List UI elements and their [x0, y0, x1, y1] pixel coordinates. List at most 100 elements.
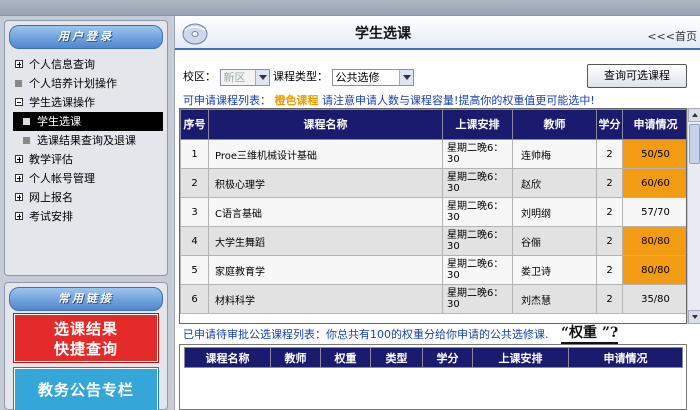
course-schedule: 星期二晚6： 30 [442, 139, 513, 169]
course-name: 材料科学 [208, 284, 443, 314]
sidebar-item-label: 教学评估 [29, 153, 73, 166]
course-credit: 2 [596, 226, 623, 256]
sidebar-item[interactable]: 学生选课操作 [5, 93, 167, 112]
scroll-down-icon[interactable] [688, 310, 700, 324]
course-row[interactable]: 3 C语言基础 星期二晚6： 30 刘明纲 2 57/70 [180, 197, 686, 227]
col-teacher: 教师 [512, 109, 597, 140]
sidebar-item[interactable]: 个人信息查询 [5, 55, 167, 74]
campus-label: 校区： [183, 70, 216, 83]
course-row[interactable]: 5 家庭教育学 星期二晚6： 30 娄卫诗 2 80/80 [180, 255, 686, 285]
applied-table-header: 课程名称 教师 权重 类型 学分 上课安排 申请情况 [184, 347, 683, 368]
course-schedule-line1: 星期二晚6： [447, 143, 504, 154]
browser-top-strip [0, 0, 700, 16]
applied-col-status: 申请情况 [568, 347, 683, 368]
sidebar-item[interactable]: 考试安排 [5, 207, 167, 226]
course-table-container: 序号 课程名称 上课安排 教师 学分 申请情况 1 Proe三维机械设计基础 星期二… [179, 108, 687, 324]
sidebar-item[interactable]: 个人帐号管理 [5, 169, 167, 188]
course-credit: 2 [596, 284, 623, 314]
sidebar-item[interactable]: 学生选课 [13, 112, 163, 131]
course-row[interactable]: 6 材料科学 星期二晚6： 30 刘杰慧 2 35/80 [180, 284, 686, 314]
notice-label: 教务公告专栏 [37, 381, 134, 399]
course-schedule-line2: 30 [447, 299, 460, 310]
scroll-up-icon[interactable] [688, 108, 700, 122]
course-row[interactable]: 2 积极心理学 星期二晚6： 30 赵欣 2 60/60 [180, 168, 686, 198]
course-no: 4 [180, 226, 209, 256]
course-type-select[interactable]: 公共选修 [331, 68, 414, 86]
sidebar-item-label: 选课结果查询及退课 [37, 134, 136, 147]
course-schedule-line2: 30 [447, 270, 460, 281]
course-teacher: 赵欣 [512, 168, 597, 198]
sidebar-item[interactable]: 选课结果查询及退课 [5, 131, 167, 150]
course-no: 3 [180, 197, 209, 227]
col-credit: 学分 [596, 109, 623, 140]
sidebar-item-label: 个人信息查询 [29, 58, 95, 71]
filter-bar: 校区： 新区 课程类型： 公共选修 [183, 68, 414, 86]
col-status: 申请情况 [622, 109, 686, 140]
course-schedule-line2: 30 [447, 241, 460, 252]
bullet-icon [15, 79, 22, 87]
course-table: 序号 课程名称 上课安排 教师 学分 申请情况 1 Proe三维机械设计基础 星期二… [180, 109, 686, 314]
course-status: 80/80 [622, 226, 686, 256]
weight-help-link[interactable]: “权重 ”? [561, 322, 619, 344]
login-panel-title: 用户登录 [9, 25, 163, 49]
home-link[interactable]: <<<首页 [647, 28, 697, 44]
sidebar-item-label: 学生选课操作 [29, 96, 95, 109]
collapse-icon [15, 98, 23, 106]
course-schedule-line2: 30 [447, 154, 460, 165]
course-teacher: 刘明纲 [512, 197, 597, 227]
quick-query-line1: 选课结果 [53, 320, 118, 338]
course-schedule-line1: 星期二晚6： [447, 201, 504, 212]
applied-courses-hint: 已申请待审批公选课程列表：你总共有100的权重分给你申请的公共选修课. [183, 328, 549, 341]
course-schedule: 星期二晚6： 30 [442, 255, 513, 285]
course-schedule-line2: 30 [447, 183, 460, 194]
login-panel: 用户登录 个人信息查询个人培养计划操作 学生选课操作学生选课选课结果查询及退课教学… [4, 20, 168, 276]
notice-banner[interactable]: 教务公告专栏 [13, 367, 159, 410]
course-type-value: 公共选修 [335, 70, 380, 84]
bullet-icon [23, 136, 30, 144]
course-table-header: 序号 课程名称 上课安排 教师 学分 申请情况 [180, 109, 686, 140]
applied-col-schedule: 上课安排 [472, 347, 569, 368]
applied-col-credit: 学分 [422, 347, 473, 368]
scroll-thumb[interactable] [689, 124, 700, 164]
disc-icon [182, 23, 208, 45]
hint-orange: 橙色课程 [274, 94, 319, 107]
course-credit: 2 [596, 255, 623, 285]
query-courses-button[interactable]: 查询可选课程 [587, 64, 687, 88]
table-scrollbar[interactable] [687, 108, 700, 324]
course-credit: 2 [596, 168, 623, 198]
type-label: 课程类型： [273, 70, 328, 83]
sidebar-item[interactable]: 个人培养计划操作 [5, 74, 167, 93]
hint-prefix: 可申请课程列表： [183, 94, 271, 107]
sidebar-item-label: 个人培养计划操作 [29, 77, 117, 90]
campus-select[interactable]: 新区 [219, 68, 270, 86]
sidebar-item-label: 网上报名 [29, 191, 73, 204]
course-teacher: 娄卫诗 [512, 255, 597, 285]
course-status: 80/80 [622, 255, 686, 285]
main-content: 学生选课 <<<首页 校区： 新区 课程类型： 公共选修 查询可选课程 可申请课… [174, 16, 700, 410]
links-panel-title: 常用链接 [9, 287, 163, 311]
sidebar-item[interactable]: 教学评估 [5, 150, 167, 169]
sidebar-item[interactable]: 网上报名 [5, 188, 167, 207]
col-no: 序号 [180, 109, 209, 140]
expand-icon [15, 193, 23, 201]
course-schedule-line1: 星期二晚6： [447, 172, 504, 183]
course-name: 大学生舞蹈 [208, 226, 443, 256]
sidebar-item-label: 个人帐号管理 [29, 172, 95, 185]
applied-table-container: 课程名称 教师 权重 类型 学分 上课安排 申请情况 [179, 344, 687, 410]
quick-query-banner[interactable]: 选课结果 快捷查询 [13, 313, 159, 363]
chevron-down-icon [254, 69, 269, 85]
course-schedule: 星期二晚6： 30 [442, 284, 513, 314]
course-schedule: 星期二晚6： 30 [442, 197, 513, 227]
applied-col-name: 课程名称 [184, 347, 271, 368]
course-name: 家庭教育学 [208, 255, 443, 285]
course-row[interactable]: 1 Proe三维机械设计基础 星期二晚6： 30 连帅梅 2 50/50 [180, 139, 686, 169]
expand-icon [15, 60, 23, 68]
course-row[interactable]: 4 大学生舞蹈 星期二晚6： 30 谷俪 2 80/80 [180, 226, 686, 256]
course-name: C语言基础 [208, 197, 443, 227]
available-hint: 可申请课程列表： 橙色课程 请注意申请人数与课程容量!提高你的权重值更可能选中! [183, 92, 595, 108]
chevron-down-icon [398, 69, 413, 85]
course-no: 2 [180, 168, 209, 198]
course-status: 35/80 [622, 284, 686, 314]
sidebar: 用户登录 个人信息查询个人培养计划操作 学生选课操作学生选课选课结果查询及退课教学… [0, 16, 172, 410]
course-no: 1 [180, 139, 209, 169]
